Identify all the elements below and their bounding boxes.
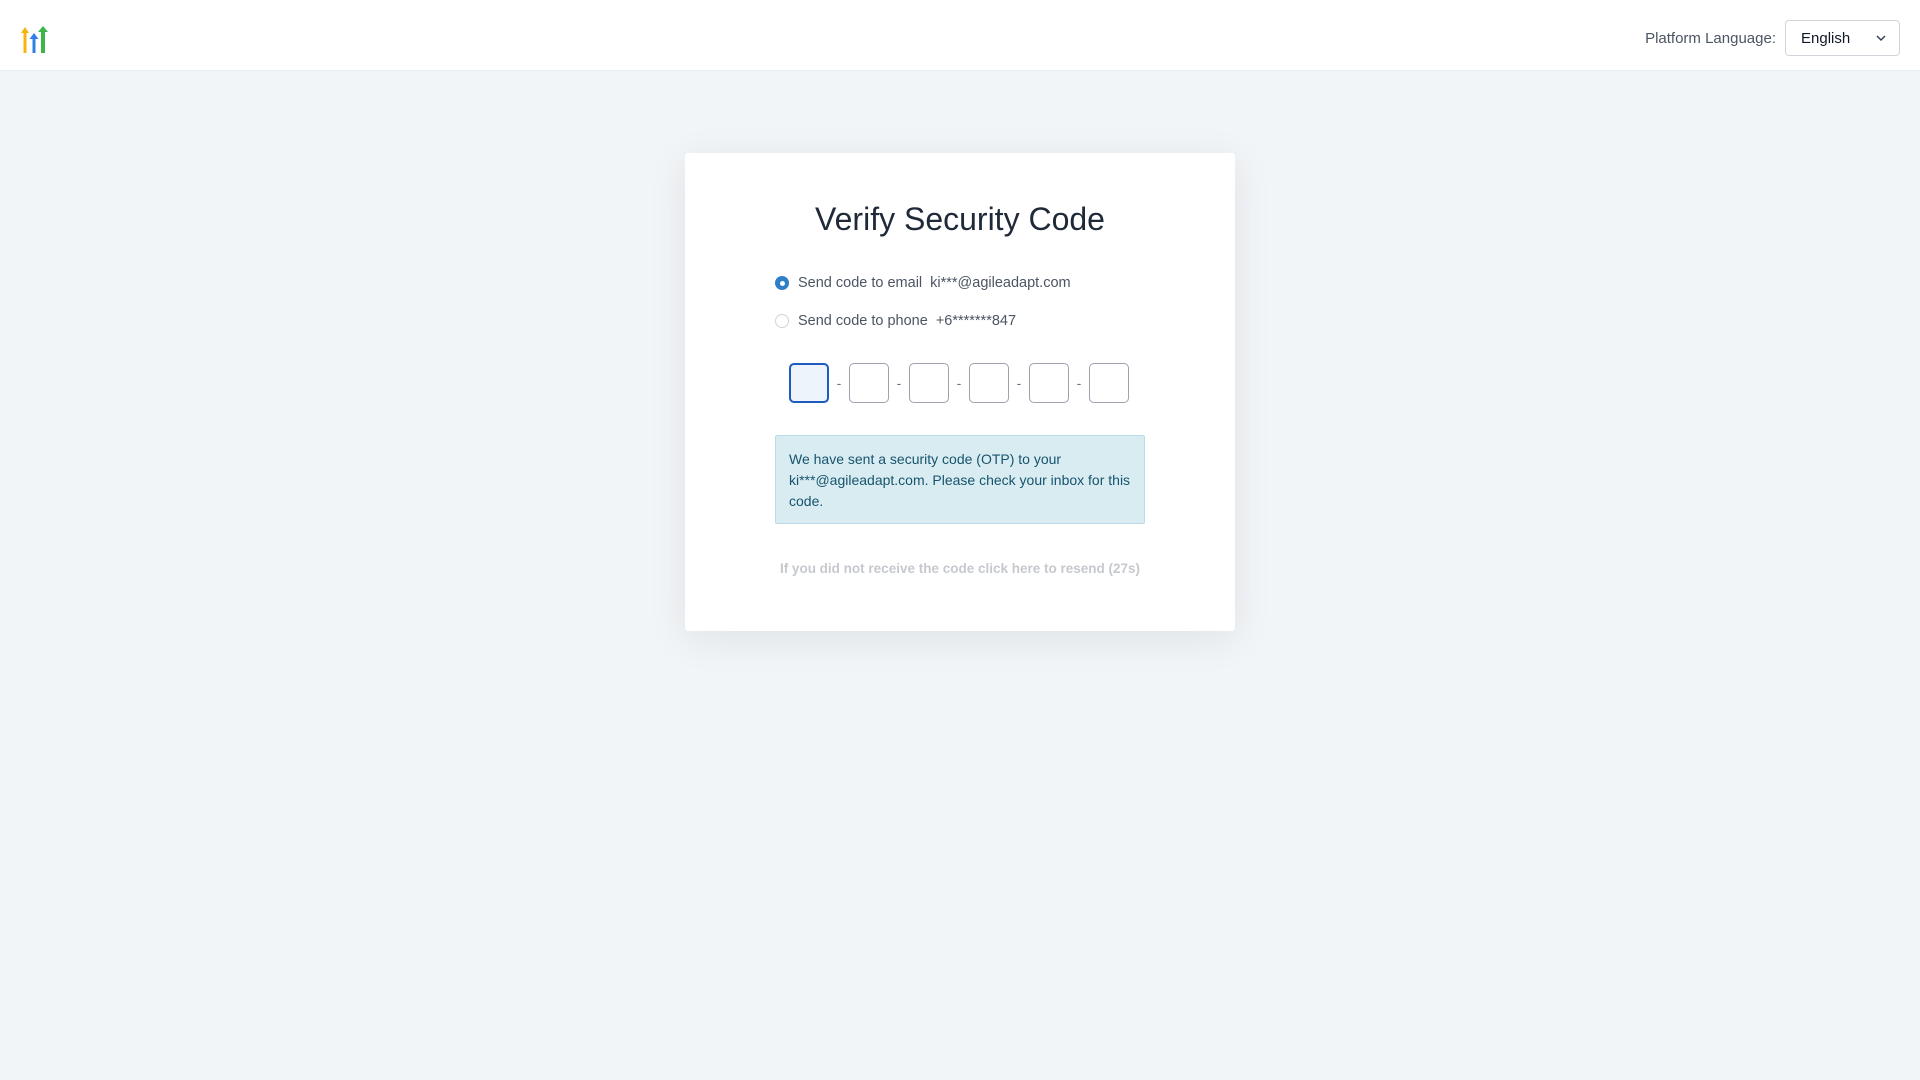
phone-option-value: +6*******847 (935, 313, 1017, 329)
verify-card: Verify Security Code Send code to email … (685, 153, 1235, 631)
otp-separator: - (1076, 375, 1082, 391)
email-option-label: Send code to email (798, 275, 923, 291)
phone-radio[interactable] (775, 314, 789, 328)
otp-digit-6[interactable] (1089, 363, 1129, 403)
otp-digit-4[interactable] (969, 363, 1009, 403)
arrows-logo-icon[interactable] (20, 26, 48, 54)
top-bar: Platform Language: English (0, 0, 1920, 71)
language-label: Platform Language: (1645, 29, 1776, 47)
otp-separator: - (956, 375, 962, 391)
otp-digit-5[interactable] (1029, 363, 1069, 403)
otp-separator: - (896, 375, 902, 391)
chevron-down-icon (1876, 35, 1886, 42)
otp-separator: - (836, 375, 842, 391)
otp-digit-3[interactable] (909, 363, 949, 403)
email-option-value: ki***@agileadapt.com (930, 275, 1071, 291)
page-title: Verify Security Code (815, 201, 1105, 237)
otp-digit-1[interactable] (789, 363, 829, 403)
otp-input-group: - - - - - (789, 363, 1129, 403)
otp-separator: - (1016, 375, 1022, 391)
otp-sent-info-alert: We have sent a security code (OTP) to yo… (775, 435, 1145, 524)
send-email-option[interactable]: Send code to email ki***@agileadapt.com (775, 273, 1071, 293)
resend-code-link[interactable]: If you did not receive the code click he… (685, 561, 1235, 576)
language-select[interactable]: English (1785, 20, 1900, 56)
language-selected-value: English (1801, 29, 1851, 47)
email-radio[interactable] (775, 276, 789, 290)
send-phone-option[interactable]: Send code to phone +6*******847 (775, 311, 1016, 331)
language-selector-group: Platform Language: English (1645, 20, 1900, 56)
phone-option-label: Send code to phone (798, 313, 928, 329)
otp-digit-2[interactable] (849, 363, 889, 403)
